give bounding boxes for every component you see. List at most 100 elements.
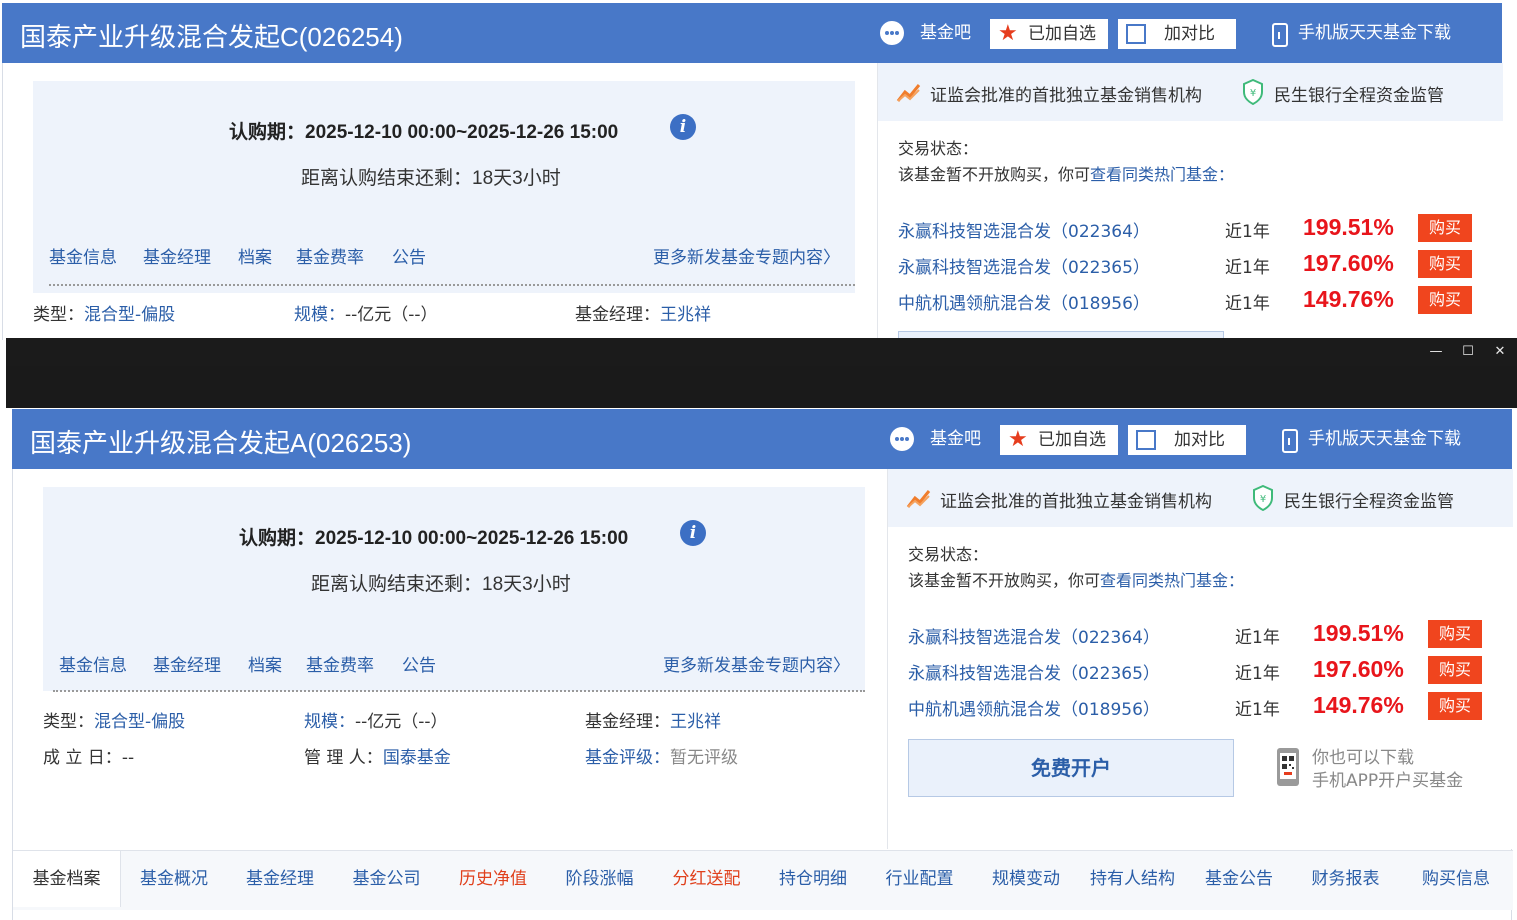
trend-chart-icon (906, 490, 931, 508)
fund-body: 认购期：2025-12-10 00:00~2025-12-26 15:00 i … (12, 469, 1513, 920)
nav-fees[interactable]: 基金费率 (306, 651, 374, 676)
admin-label: 管 理 人： (304, 748, 383, 768)
buy-button[interactable]: 购买 (1418, 214, 1472, 242)
nav-fees[interactable]: 基金费率 (296, 243, 364, 268)
similar-funds-link[interactable]: 查看同类热门基金 (1090, 165, 1218, 184)
forum-link[interactable]: 基金吧 (920, 18, 971, 48)
rating-label[interactable]: 基金评级： (585, 748, 670, 768)
buy-button[interactable]: 购买 (1428, 620, 1482, 648)
tab-item[interactable]: 购买信息 (1399, 851, 1513, 907)
maximize-icon[interactable]: ☐ (1457, 342, 1479, 362)
shield-icon: ¥ (1243, 79, 1263, 105)
fund-manager: 基金经理：王兆祥 (585, 707, 721, 732)
more-new-funds-link[interactable]: 更多新发基金专题内容〉 (653, 243, 840, 268)
favorited-button[interactable]: ★ 已加自选 (990, 19, 1108, 49)
period-label: 认购期： (229, 122, 306, 143)
forum-link[interactable]: 基金吧 (930, 424, 981, 454)
app-download-line1: 你也可以下载 (1312, 748, 1414, 768)
nav-fund-manager[interactable]: 基金经理 (143, 243, 211, 268)
mobile-download-link[interactable]: 手机版天天基金下载 (1308, 424, 1461, 454)
fund-scale: 规模：--亿元（--） (294, 300, 438, 325)
close-icon[interactable]: ✕ (1489, 342, 1511, 362)
tab-item[interactable]: 财务报表 (1292, 851, 1399, 907)
buy-button[interactable]: 购买 (1418, 250, 1472, 278)
fund-scale: 规模：--亿元（--） (304, 707, 448, 732)
period-value: 2025-12-10 00:00~2025-12-26 15:00 (305, 122, 619, 143)
buy-button[interactable]: 购买 (1418, 286, 1472, 314)
compare-button[interactable]: 加对比 (1118, 19, 1236, 49)
period-value: 2025-12-10 00:00~2025-12-26 15:00 (315, 528, 629, 549)
manager-label: 基金经理： (585, 712, 670, 732)
similar-funds-link[interactable]: 查看同类热门基金 (1100, 571, 1228, 590)
info-icon[interactable]: i (670, 114, 696, 140)
tab-item[interactable]: 基金公告 (1186, 851, 1292, 907)
tab-item[interactable]: 基金经理 (227, 851, 333, 907)
tab-item[interactable]: 历史净值 (440, 851, 546, 907)
nav-fund-info[interactable]: 基金信息 (59, 651, 127, 676)
hot-fund-return: 197.60% (1303, 250, 1394, 276)
admin-value[interactable]: 国泰基金 (383, 748, 451, 768)
nav-fund-manager[interactable]: 基金经理 (153, 651, 221, 676)
hot-fund-name[interactable]: 永赢科技智选混合发（022364） (908, 623, 1160, 648)
type-value[interactable]: 混合型-偏股 (94, 712, 185, 732)
hot-fund-name[interactable]: 永赢科技智选混合发（022365） (898, 253, 1150, 278)
tab-item[interactable]: 基金档案 (13, 851, 121, 907)
tab-item[interactable]: 分红送配 (653, 851, 760, 907)
right-panel: 证监会批准的首批独立基金销售机构 ¥ 民生银行全程资金监管 交易状态： 该基金暂… (887, 469, 1513, 849)
chat-bubble-icon[interactable] (880, 21, 904, 45)
tab-item[interactable]: 持仓明细 (760, 851, 866, 907)
hot-fund-period: 近1年 (1235, 664, 1280, 684)
manager-value[interactable]: 王兆祥 (660, 305, 711, 325)
hot-fund-name[interactable]: 永赢科技智选混合发（022364） (898, 217, 1150, 242)
buy-button[interactable]: 购买 (1428, 692, 1482, 720)
nav-fund-info[interactable]: 基金信息 (49, 243, 117, 268)
buy-button[interactable]: 购买 (1428, 656, 1482, 684)
type-label: 类型： (43, 712, 94, 732)
mobile-download-link[interactable]: 手机版天天基金下载 (1298, 18, 1451, 48)
checkbox-icon (1126, 24, 1146, 44)
assurance-bank: 民生银行全程资金监管 (1274, 86, 1444, 106)
more-new-funds-link[interactable]: 更多新发基金专题内容〉 (663, 651, 850, 676)
hot-fund-return: 197.60% (1313, 656, 1404, 682)
tab-item[interactable]: 基金公司 (333, 851, 440, 907)
mobile-phone-icon (1272, 23, 1288, 47)
scale-label[interactable]: 规模： (304, 712, 355, 732)
fund-title: 国泰产业升级混合发起A(026253) (30, 428, 412, 458)
nav-archive[interactable]: 档案 (238, 243, 272, 268)
nav-announcements[interactable]: 公告 (392, 243, 426, 268)
hot-fund-period: 近1年 (1225, 222, 1270, 242)
remain-label: 距离认购结束还剩： (301, 168, 473, 189)
hot-fund-name[interactable]: 中航机遇领航混合发（018956） (908, 695, 1160, 720)
hot-fund-name[interactable]: 永赢科技智选混合发（022365） (908, 659, 1160, 684)
tab-item[interactable]: 基金概况 (121, 851, 227, 907)
info-icon[interactable]: i (680, 520, 706, 546)
dotted-divider (53, 690, 865, 692)
status-text: 该基金暂不开放购买，你可 (898, 165, 1091, 184)
minimize-icon[interactable]: — (1425, 342, 1447, 362)
star-icon: ★ (998, 21, 1018, 46)
nav-announcements[interactable]: 公告 (402, 651, 436, 676)
scale-label[interactable]: 规模： (294, 305, 345, 325)
chat-bubble-icon[interactable] (890, 427, 914, 451)
nav-archive[interactable]: 档案 (248, 651, 282, 676)
remain-value: 18天3小时 (482, 574, 571, 595)
hot-fund-name[interactable]: 中航机遇领航混合发（018956） (898, 289, 1150, 314)
setup-label: 成 立 日： (43, 748, 122, 768)
fund-body: 认购期：2025-12-10 00:00~2025-12-26 15:00 i … (2, 63, 1503, 340)
fund-window-a: — ☐ ✕ 国泰产业升级混合发起A(026253) 基金吧 ★ 已加自选 加对比… (6, 338, 1517, 920)
tab-item[interactable]: 行业配置 (866, 851, 973, 907)
open-account-button[interactable]: 免费开户 (908, 739, 1234, 797)
tab-item[interactable]: 持有人结构 (1079, 851, 1186, 907)
remaining-time: 距离认购结束还剩：18天3小时 (311, 569, 571, 596)
tab-item[interactable]: 阶段涨幅 (546, 851, 653, 907)
compare-button[interactable]: 加对比 (1128, 425, 1246, 455)
tab-item[interactable]: 规模变动 (973, 851, 1079, 907)
favorited-button[interactable]: ★ 已加自选 (1000, 425, 1118, 455)
manager-value[interactable]: 王兆祥 (670, 712, 721, 732)
trade-status-text: 该基金暂不开放购买，你可查看同类热门基金： (908, 567, 1244, 591)
type-value[interactable]: 混合型-偏股 (84, 305, 175, 325)
svg-text:¥: ¥ (1250, 88, 1256, 99)
window-titlebar[interactable]: — ☐ ✕ (6, 338, 1517, 366)
setup-value: -- (121, 748, 135, 768)
trade-status-text: 该基金暂不开放购买，你可查看同类热门基金： (898, 161, 1234, 185)
